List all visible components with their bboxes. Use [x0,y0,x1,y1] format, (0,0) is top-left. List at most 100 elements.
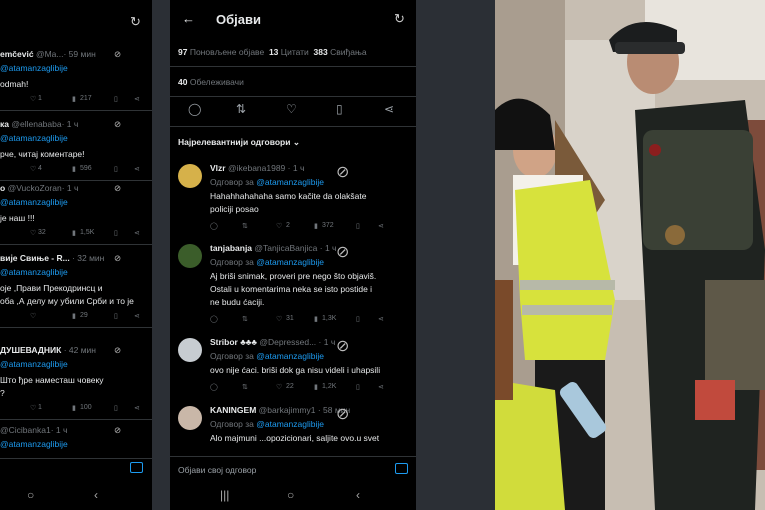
back-button[interactable]: ‹ [356,488,360,502]
share-icon[interactable]: ⋖ [384,102,394,116]
reply-icon[interactable]: ◯ [210,315,218,323]
author-name[interactable]: KANINGEM [210,405,256,415]
list-item[interactable]: вије Свиње - R... · 32 мин ⊘ [0,252,152,264]
list-item[interactable]: ДУШЕВАДНИК · 42 мин ⊘ [0,344,152,356]
repost-icon[interactable]: ⇅ [236,102,246,116]
grok-icon[interactable]: ⊘ [114,118,121,130]
reply-to-link[interactable]: @atamanzaglibije [0,266,152,278]
share-icon[interactable]: ⋖ [134,312,140,320]
views-icon[interactable]: ▮ [72,95,76,103]
list-item[interactable]: ка @ellenababa· 1 ч ⊘ [0,118,152,130]
views-icon[interactable]: ▮ [314,222,318,230]
reply-icon[interactable]: ◯ [210,222,218,230]
views-icon[interactable]: ▮ [72,312,76,320]
views-icon[interactable]: ▮ [314,383,318,391]
bookmark-icon[interactable]: ▯ [356,222,360,230]
like-icon[interactable]: ♡ [276,222,282,230]
author-name[interactable]: Vlzr [210,163,226,173]
grok-icon[interactable]: ⊘ [114,424,121,436]
bookmark-icon[interactable]: ▯ [114,95,118,103]
list-item[interactable]: о @VuckoZoran· 1 ч ⊘ [0,182,152,194]
compose-image-icon[interactable] [395,463,408,474]
grok-icon[interactable]: ⊘ [114,182,121,194]
grok-icon[interactable]: ⊘ [114,344,121,356]
bookmarks-label[interactable]: Обележивачи [190,77,244,87]
share-icon[interactable]: ⋖ [134,165,140,173]
home-button[interactable]: ○ [27,488,34,502]
author-name[interactable]: Stribor ♣♣♣ [210,337,257,347]
share-icon[interactable]: ⋖ [134,229,140,237]
views-icon[interactable]: ▮ [72,165,76,173]
like-icon[interactable]: ♡ [30,404,36,412]
tweet-stats: ♡ ▮ 29 ▯ ⋖ [0,312,152,324]
grok-icon[interactable]: ⊘ [114,252,121,264]
tweet-text: odmah! [0,79,29,89]
back-button[interactable]: ‹ [94,488,98,502]
author-name[interactable]: tanjabanja [210,243,252,253]
reply-to-link[interactable]: @atamanzaglibije [0,132,152,144]
bookmark-icon[interactable]: ▯ [114,312,118,320]
reply-to-link[interactable]: @atamanzaglibije [0,438,152,450]
divider [0,327,152,328]
grok-icon[interactable]: ⊘ [114,48,121,60]
likes-label[interactable]: Свиђања [330,47,367,57]
bookmark-icon[interactable]: ▯ [336,102,343,116]
home-button[interactable]: ○ [287,488,294,502]
reply-to-link[interactable]: @atamanzaglibije [256,419,324,429]
sort-dropdown[interactable]: Најрелевантнији одговори ⌄ [178,137,300,148]
avatar[interactable] [178,244,202,268]
views-count: 217 [80,95,92,102]
reposts-label[interactable]: Поновљене објаве [190,47,264,57]
bookmark-icon[interactable]: ▯ [114,404,118,412]
like-icon[interactable]: ♡ [276,383,282,391]
reply-icon[interactable]: ◯ [210,383,218,391]
reply-icon[interactable]: ◯ [188,102,201,116]
compose-image-icon[interactable] [130,462,143,473]
share-icon[interactable]: ⋖ [378,315,384,323]
like-icon[interactable]: ♡ [276,315,282,323]
reply-to-link[interactable]: @atamanzaglibije [256,177,324,187]
avatar[interactable] [178,164,202,188]
reply-tweet[interactable]: tanjabanja @TanjicaBanjica · 1 ч ⊘ Одговор… [170,242,416,323]
recents-button[interactable]: ||| [220,488,229,502]
sparkle-icon[interactable]: ↻ [130,14,141,30]
like-icon[interactable]: ♡ [30,312,36,320]
repost-icon[interactable]: ⇅ [242,315,248,323]
bookmark-icon[interactable]: ▯ [114,229,118,237]
avatar[interactable] [178,338,202,362]
list-item[interactable]: @Cicibanka1· 1 ч ⊘ [0,424,152,436]
like-icon[interactable]: ♡ [30,165,36,173]
like-icon[interactable]: ♡ [30,95,36,103]
share-icon[interactable]: ⋖ [378,222,384,230]
reply-prefix: Одговор за [210,257,254,267]
back-arrow-icon[interactable]: ← [182,11,195,26]
reply-to-link[interactable]: @atamanzaglibije [0,358,152,370]
reply-to-link[interactable]: @atamanzaglibije [0,62,152,74]
quotes-label[interactable]: Цитати [281,47,309,57]
reply-composer[interactable]: Објави свој одговор [178,465,256,475]
reply-to-link[interactable]: @atamanzaglibije [256,257,324,267]
list-item[interactable]: emčević @Ma...· 59 мин ⊘ [0,48,152,60]
bookmark-icon[interactable]: ▯ [356,383,360,391]
views-icon[interactable]: ▮ [72,229,76,237]
avatar[interactable] [178,406,202,430]
divider [0,244,152,245]
share-icon[interactable]: ⋖ [134,404,140,412]
post-thread-screen: ← Објави ↻ 97 Поновљене објаве 13 Цитати… [170,0,416,510]
views-icon[interactable]: ▮ [72,404,76,412]
repost-icon[interactable]: ⇅ [242,222,248,230]
like-icon[interactable]: ♡ [286,102,297,116]
repost-icon[interactable]: ⇅ [242,383,248,391]
views-icon[interactable]: ▮ [314,315,318,323]
timestamp: · 1 ч [319,243,337,253]
reposts-count: 97 [178,47,188,57]
reply-to-link[interactable]: @atamanzaglibije [256,351,324,361]
reply-tweet[interactable]: Vlzr @ikebana1989 · 1 ч ⊘ Одговор за @atam… [170,162,416,242]
refresh-icon[interactable]: ↻ [394,11,405,27]
bookmark-icon[interactable]: ▯ [114,165,118,173]
like-icon[interactable]: ♡ [30,229,36,237]
share-icon[interactable]: ⋖ [134,95,140,103]
bookmark-icon[interactable]: ▯ [356,315,360,323]
share-icon[interactable]: ⋖ [378,383,384,391]
reply-to-link[interactable]: @atamanzaglibije [0,196,152,208]
